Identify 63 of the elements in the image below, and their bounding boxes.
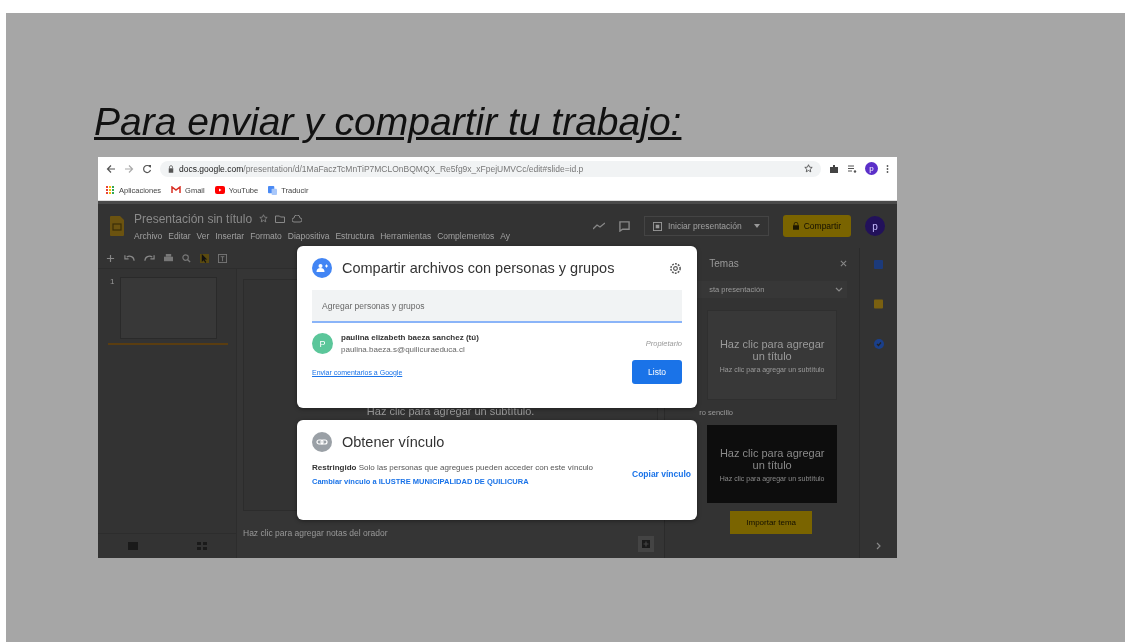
user-avatar: P (312, 333, 333, 354)
zoom-icon[interactable] (182, 253, 191, 263)
add-icon[interactable] (106, 253, 115, 263)
comment-icon[interactable] (618, 220, 630, 232)
close-icon[interactable] (840, 260, 848, 267)
undo-icon[interactable] (124, 254, 135, 262)
access-description: Restringido Solo las personas que agregues pueden acceder con este vínculo (312, 462, 595, 474)
user-email: paulina.baeza.s@quilicuraeduca.cl (341, 345, 466, 354)
menu-item[interactable]: Estructura (335, 230, 375, 241)
speaker-notes-placeholder[interactable]: Haz clic para agregar notas del orador (243, 528, 388, 538)
copy-link-button[interactable]: Copiar vínculo (632, 469, 692, 479)
caret-icon[interactable] (753, 224, 760, 228)
address-bar[interactable]: docs.google.com/presentation/d/1MaFaczTcMnTiP7MCLOnBQMQX_Re5fg9x_xFpejUMVCc/edit#slide=id.p (160, 160, 821, 177)
playlist-icon[interactable] (847, 163, 857, 174)
chevron-down-icon (835, 287, 844, 292)
share-button[interactable]: Compartir (782, 215, 851, 237)
add-person-icon (312, 258, 332, 278)
menu-item[interactable]: Archivo (134, 230, 163, 241)
redo-icon[interactable] (144, 254, 155, 262)
text-box-icon[interactable] (218, 253, 227, 263)
mail-icon (171, 186, 182, 194)
panel-title: Temas (709, 258, 739, 269)
profile-avatar[interactable]: p (865, 162, 878, 175)
back-icon[interactable] (106, 163, 116, 174)
star-icon[interactable] (804, 164, 813, 173)
slide-number: 1 (110, 277, 115, 288)
document-title[interactable]: Presentación sin título (134, 211, 253, 226)
menu-item[interactable]: Insertar (215, 230, 245, 241)
folder-icon[interactable] (275, 214, 286, 223)
settings-icon[interactable] (669, 261, 682, 275)
present-button[interactable]: Iniciar presentación (643, 216, 769, 236)
print-icon[interactable] (164, 253, 173, 263)
menu-item[interactable]: Editar (168, 230, 191, 241)
check-circle-icon[interactable] (873, 339, 884, 349)
menu-item[interactable]: Formato (250, 230, 282, 241)
menu-item[interactable]: Complementos (437, 230, 495, 241)
lock-icon (792, 222, 799, 230)
play-icon (214, 186, 225, 194)
dialog-title: Obtener vínculo (342, 434, 446, 450)
cursor-icon[interactable] (200, 253, 209, 263)
link-icon (312, 432, 332, 452)
forward-icon[interactable] (124, 163, 134, 174)
slide-title: Para enviar y compartir tu trabajo: (94, 99, 682, 145)
user-name: paulina elizabeth baeza sanchez (tú) (341, 333, 480, 342)
add-people-field[interactable]: Agregar personas y grupos (312, 290, 682, 323)
dialog-title: Compartir archivos con personas y grupos (342, 260, 616, 276)
chevron-right-icon[interactable] (876, 542, 881, 550)
lock-icon (168, 164, 174, 173)
menu-item[interactable]: Diapositiva (287, 230, 330, 241)
done-button[interactable]: Listo (632, 360, 682, 384)
present-icon (652, 221, 662, 231)
menu-icon[interactable] (886, 163, 889, 174)
menu-item[interactable]: Herramientas (380, 230, 432, 241)
menu-item[interactable]: Ver (196, 230, 210, 241)
cloud-icon[interactable] (292, 214, 303, 223)
trend-icon[interactable] (592, 222, 605, 230)
import-theme-button[interactable]: Importar tema (730, 511, 813, 534)
account-avatar[interactable]: p (865, 216, 885, 236)
apps-grid-icon (106, 185, 115, 195)
star-icon[interactable] (259, 214, 269, 223)
translate-icon (268, 185, 278, 195)
reload-icon[interactable] (142, 163, 152, 174)
menu-item[interactable]: Ay (500, 230, 511, 241)
